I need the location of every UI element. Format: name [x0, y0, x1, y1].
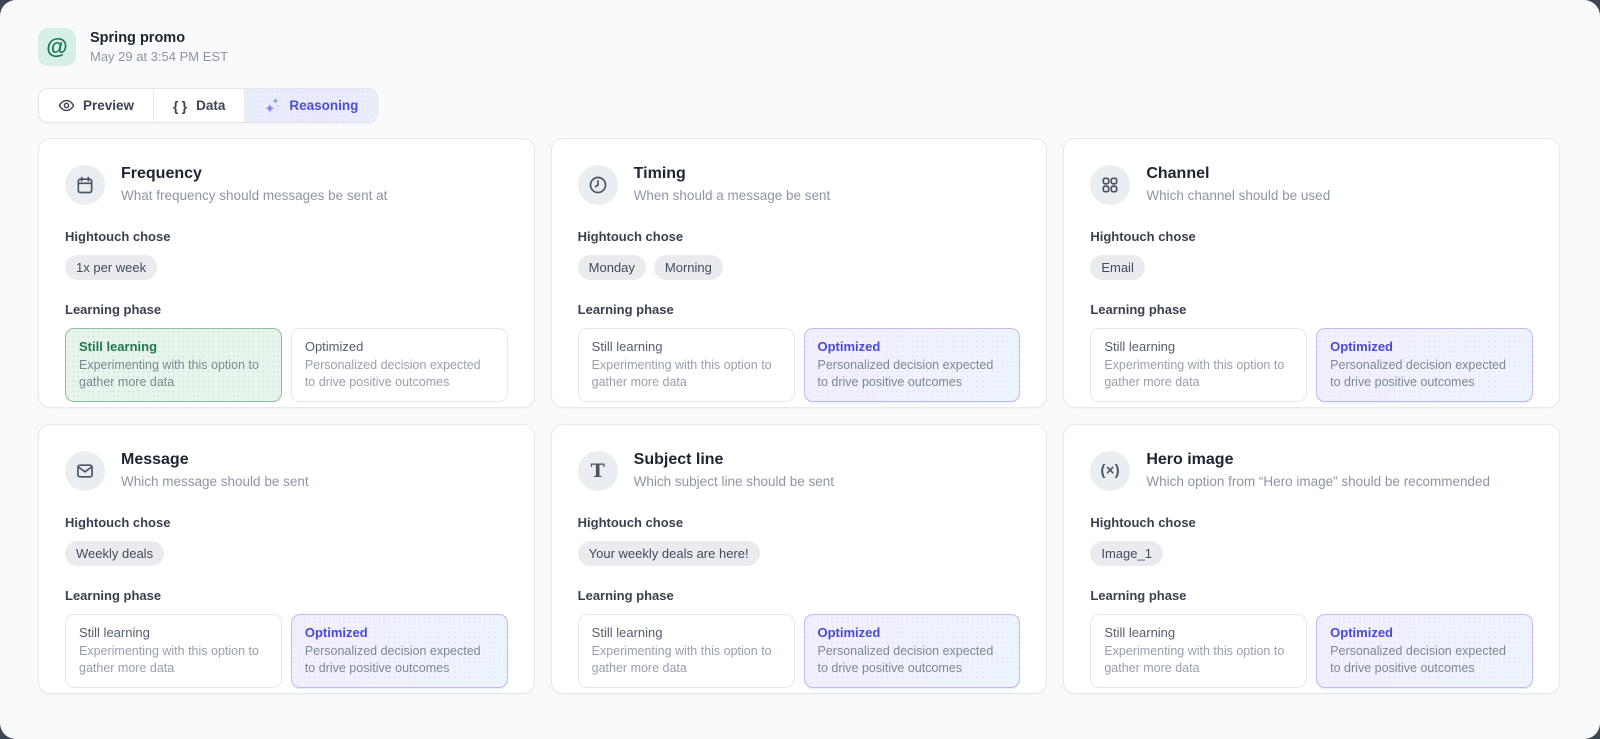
- phase-option-description: Experimenting with this option to gather…: [592, 643, 781, 677]
- learning-phase-label: Learning phase: [1090, 302, 1533, 317]
- phase-option-description: Experimenting with this option to gather…: [79, 357, 268, 391]
- phase-option-description: Experimenting with this option to gather…: [592, 357, 781, 391]
- text-icon: T: [578, 451, 618, 491]
- phase-option-optimized: Optimized Personalized decision expected…: [1316, 614, 1533, 688]
- phase-option-description: Experimenting with this option to gather…: [1104, 643, 1293, 677]
- phase-option-still-learning: Still learning Experimenting with this o…: [578, 328, 795, 402]
- phase-option-still-learning: Still learning Experimenting with this o…: [65, 328, 282, 402]
- tab-data[interactable]: { } Data: [153, 89, 244, 122]
- phase-option-still-learning: Still learning Experimenting with this o…: [578, 614, 795, 688]
- chose-label: Hightouch chose: [65, 229, 508, 244]
- reasoning-page: @ Spring promo May 29 at 3:54 PM EST Pre…: [0, 0, 1600, 739]
- braces-icon: { }: [173, 98, 188, 114]
- phase-option-still-learning: Still learning Experimenting with this o…: [1090, 328, 1307, 402]
- view-tabs: Preview { } Data Reasoning: [38, 88, 378, 123]
- card-frequency: Frequency What frequency should messages…: [38, 138, 535, 408]
- tab-preview-label: Preview: [83, 98, 134, 113]
- card-title: Channel: [1146, 165, 1330, 183]
- phase-option-title: Still learning: [79, 339, 268, 354]
- card-timing: Timing When should a message be sent Hig…: [551, 138, 1048, 408]
- phase-option-description: Personalized decision expected to drive …: [1330, 357, 1519, 391]
- chose-label: Hightouch chose: [1090, 515, 1533, 530]
- calendar-icon: [65, 165, 105, 205]
- phase-option-optimized: Optimized Personalized decision expected…: [804, 614, 1021, 688]
- card-description: Which subject line should be sent: [634, 474, 834, 489]
- phase-option-description: Personalized decision expected to drive …: [818, 357, 1007, 391]
- choice-chip: Your weekly deals are here!: [578, 541, 760, 566]
- choice-chip: Monday: [578, 255, 646, 280]
- phase-option-title: Optimized: [1330, 625, 1519, 640]
- chose-label: Hightouch chose: [65, 515, 508, 530]
- card-description: When should a message be sent: [634, 188, 831, 203]
- card-subject-line: T Subject line Which subject line should…: [551, 424, 1048, 694]
- phase-option-description: Personalized decision expected to drive …: [305, 357, 494, 391]
- card-message: Message Which message should be sent Hig…: [38, 424, 535, 694]
- card-title: Hero image: [1146, 451, 1490, 469]
- phase-option-optimized: Optimized Personalized decision expected…: [291, 328, 508, 402]
- card-title: Subject line: [634, 451, 834, 469]
- page-header: @ Spring promo May 29 at 3:54 PM EST: [38, 28, 1560, 66]
- phase-option-title: Still learning: [1104, 625, 1293, 640]
- phase-option-title: Still learning: [592, 339, 781, 354]
- phase-option-title: Still learning: [592, 625, 781, 640]
- tab-reasoning-label: Reasoning: [289, 98, 358, 113]
- tab-preview[interactable]: Preview: [39, 89, 153, 122]
- choice-chip: Image_1: [1090, 541, 1163, 566]
- card-title: Frequency: [121, 165, 387, 183]
- phase-option-title: Optimized: [818, 339, 1007, 354]
- phase-option-description: Personalized decision expected to drive …: [818, 643, 1007, 677]
- phase-option-title: Optimized: [305, 625, 494, 640]
- phase-option-title: Still learning: [1104, 339, 1293, 354]
- card-description: Which option from “Hero image” should be…: [1146, 474, 1490, 489]
- card-title: Message: [121, 451, 309, 469]
- sparkles-icon: [264, 97, 281, 114]
- page-timestamp: May 29 at 3:54 PM EST: [90, 49, 228, 64]
- choice-chip: 1x per week: [65, 255, 157, 280]
- tab-reasoning[interactable]: Reasoning: [244, 89, 377, 122]
- eye-icon: [58, 97, 75, 114]
- card-title: Timing: [634, 165, 831, 183]
- learning-phase-label: Learning phase: [65, 588, 508, 603]
- decision-card-grid: Frequency What frequency should messages…: [38, 138, 1560, 694]
- phase-option-still-learning: Still learning Experimenting with this o…: [1090, 614, 1307, 688]
- variable-icon: (×): [1090, 451, 1130, 491]
- card-channel: Channel Which channel should be used Hig…: [1063, 138, 1560, 408]
- at-sign-icon: @: [38, 28, 76, 66]
- phase-option-still-learning: Still learning Experimenting with this o…: [65, 614, 282, 688]
- choice-chip: Weekly deals: [65, 541, 164, 566]
- phase-option-description: Experimenting with this option to gather…: [79, 643, 268, 677]
- card-description: What frequency should messages be sent a…: [121, 188, 387, 203]
- learning-phase-label: Learning phase: [578, 302, 1021, 317]
- clock-icon: [578, 165, 618, 205]
- card-hero-image: (×) Hero image Which option from “Hero i…: [1063, 424, 1560, 694]
- card-description: Which message should be sent: [121, 474, 309, 489]
- tab-data-label: Data: [196, 98, 225, 113]
- learning-phase-label: Learning phase: [1090, 588, 1533, 603]
- chose-label: Hightouch chose: [578, 515, 1021, 530]
- phase-option-description: Personalized decision expected to drive …: [1330, 643, 1519, 677]
- phase-option-title: Optimized: [1330, 339, 1519, 354]
- page-title: Spring promo: [90, 30, 228, 46]
- card-description: Which channel should be used: [1146, 188, 1330, 203]
- chose-label: Hightouch chose: [578, 229, 1021, 244]
- phase-option-title: Optimized: [305, 339, 494, 354]
- phase-option-optimized: Optimized Personalized decision expected…: [291, 614, 508, 688]
- phase-option-description: Personalized decision expected to drive …: [305, 643, 494, 677]
- choice-chip: Email: [1090, 255, 1145, 280]
- learning-phase-label: Learning phase: [65, 302, 508, 317]
- phase-option-optimized: Optimized Personalized decision expected…: [804, 328, 1021, 402]
- choice-chip: Morning: [654, 255, 723, 280]
- phase-option-title: Still learning: [79, 625, 268, 640]
- chose-label: Hightouch chose: [1090, 229, 1533, 244]
- phase-option-optimized: Optimized Personalized decision expected…: [1316, 328, 1533, 402]
- phase-option-description: Experimenting with this option to gather…: [1104, 357, 1293, 391]
- envelope-icon: [65, 451, 105, 491]
- phase-option-title: Optimized: [818, 625, 1007, 640]
- grid-icon: [1090, 165, 1130, 205]
- learning-phase-label: Learning phase: [578, 588, 1021, 603]
